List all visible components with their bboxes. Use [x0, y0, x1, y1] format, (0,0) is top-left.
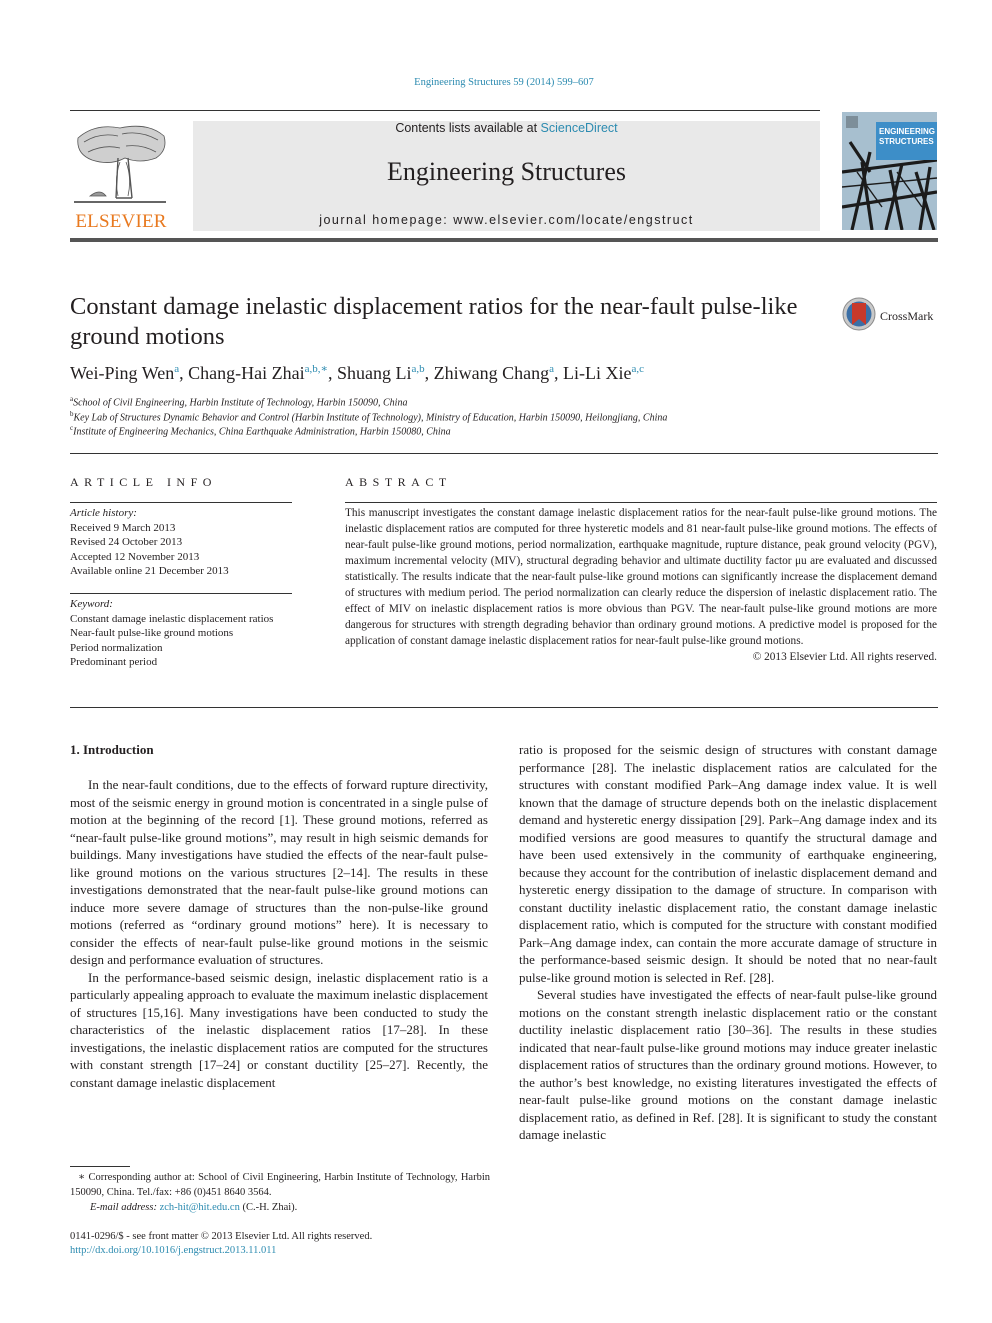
author-affiliation-mark[interactable]: a [174, 363, 179, 375]
email-label: E-mail address: [90, 1202, 160, 1213]
history-online: Available online 21 December 2013 [70, 565, 229, 577]
affiliation-text: Institute of Engineering Mechanics, Chin… [73, 426, 451, 438]
history-received: Received 9 March 2013 [70, 521, 176, 534]
author-affiliation-mark[interactable]: a,b [411, 363, 424, 375]
sciencedirect-link[interactable]: ScienceDirect [541, 121, 618, 135]
section-heading-introduction: 1. Introduction [70, 742, 154, 757]
abstract-divider [345, 502, 937, 503]
cover-title-line2: STRUCTURES [879, 137, 934, 146]
author-name[interactable]: Wei-Ping Wen [70, 363, 174, 383]
author-name[interactable]: Chang-Hai Zhai [188, 363, 304, 383]
author-name[interactable]: Li-Li Xie [563, 363, 631, 383]
email-suffix: (C.-H. Zhai). [239, 1202, 298, 1213]
cover-title: ENGINEERING STRUCTURES [876, 122, 937, 160]
keyword: Period normalization [70, 641, 163, 654]
body-paragraph: Several studies have investigated the ef… [519, 987, 937, 1142]
body-paragraph: ratio is proposed for the seismic design… [519, 742, 937, 985]
elsevier-tree-icon [74, 125, 166, 203]
corresponding-author-text: ∗ Corresponding author at: School of Civ… [70, 1172, 490, 1198]
email-line: E-mail address: zch-hit@hit.edu.cn (C.-H… [70, 1200, 490, 1215]
history-label: Article history: [70, 507, 137, 519]
contents-prefix: Contents lists available at [395, 121, 541, 135]
issn-block: 0141-0296/$ - see front matter © 2013 El… [70, 1230, 372, 1258]
journal-reference[interactable]: Engineering Structures 59 (2014) 599–607 [0, 77, 992, 88]
body-right-column: ratio is proposed for the seismic design… [519, 741, 937, 1144]
article-info-divider [70, 502, 292, 503]
author-name[interactable]: Zhiwang Chang [434, 363, 549, 383]
article-info-heading: ARTICLE INFO [70, 475, 217, 489]
elsevier-logo[interactable]: ELSEVIER [70, 118, 172, 233]
keyword: Near-fault pulse-like ground motions [70, 627, 234, 639]
email-link[interactable]: zch-hit@hit.edu.cn [160, 1202, 240, 1213]
author-affiliation-mark[interactable]: a,b,∗ [305, 363, 328, 375]
doi-link[interactable]: http://dx.doi.org/10.1016/j.engstruct.20… [70, 1244, 372, 1258]
elsevier-wordmark: ELSEVIER [75, 211, 167, 232]
article-history: Article history: Received 9 March 2013 R… [70, 506, 292, 579]
affiliation: bKey Lab of Structures Dynamic Behavior … [70, 410, 667, 423]
contents-line: Contents lists available at ScienceDirec… [193, 121, 820, 135]
crossmark-icon [842, 297, 876, 331]
journal-homepage[interactable]: journal homepage: www.elsevier.com/locat… [193, 213, 820, 227]
journal-banner: Contents lists available at ScienceDirec… [193, 121, 820, 231]
history-accepted: Accepted 12 November 2013 [70, 550, 200, 563]
keyword: Predominant period [70, 656, 158, 668]
header-top-rule [70, 110, 820, 111]
abstract-paragraph: This manuscript investigates the constan… [345, 507, 937, 647]
header-bottom-rule [70, 238, 938, 242]
crossmark-label: CrossMark [880, 309, 934, 323]
body-left-column: In the near-fault conditions, due to the… [70, 776, 488, 1091]
issn-line: 0141-0296/$ - see front matter © 2013 El… [70, 1231, 373, 1242]
corresponding-author-note: ∗ Corresponding author at: School of Civ… [70, 1170, 490, 1215]
affiliation: cInstitute of Engineering Mechanics, Chi… [70, 424, 451, 437]
author-affiliation-mark[interactable]: a,c [631, 363, 644, 375]
history-revised: Revised 24 October 2013 [70, 536, 183, 548]
affiliation: aSchool of Civil Engineering, Harbin Ins… [70, 395, 407, 408]
abstract-bottom-rule [70, 707, 938, 708]
affiliation-text: School of Civil Engineering, Harbin Inst… [73, 397, 408, 409]
keyword: Constant damage inelastic displacement r… [70, 612, 274, 625]
footnote-rule [70, 1166, 130, 1167]
keyword-list: Keyword: Constant damage inelastic displ… [70, 597, 292, 670]
abstract-copyright: © 2013 Elsevier Ltd. All rights reserved… [752, 651, 937, 663]
affiliation-text: Key Lab of Structures Dynamic Behavior a… [73, 412, 668, 424]
abstract-body: This manuscript investigates the constan… [345, 505, 937, 665]
author-name[interactable]: Shuang Li [337, 363, 412, 383]
article-title: Constant damage inelastic displacement r… [70, 293, 798, 350]
journal-name[interactable]: Engineering Structures [193, 157, 820, 187]
author-list: Wei-Ping Wena, Chang-Hai Zhaia,b,∗, Shua… [70, 363, 644, 383]
section-divider [70, 453, 938, 454]
body-paragraph: In the near-fault conditions, due to the… [70, 777, 488, 967]
keyword-label: Keyword: [70, 598, 113, 610]
journal-cover-image[interactable]: ENGINEERING STRUCTURES [842, 112, 937, 230]
cover-title-line1: ENGINEERING [879, 127, 936, 136]
body-paragraph: In the performance-based seismic design,… [70, 969, 489, 1090]
abstract-heading: ABSTRACT [345, 475, 452, 489]
crossmark-badge[interactable]: CrossMark [842, 297, 942, 333]
author-affiliation-mark[interactable]: a [549, 363, 554, 375]
keyword-divider [70, 593, 292, 594]
